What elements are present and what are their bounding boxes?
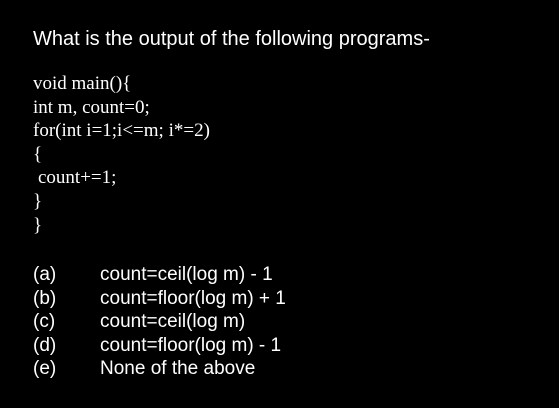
option-text: count=floor(log m) - 1: [100, 334, 282, 356]
option-letter: (a): [33, 264, 57, 285]
option-text: count=ceil(log m) - 1: [100, 264, 273, 285]
option-letter: (b): [33, 287, 57, 309]
option-letter: (d): [33, 334, 57, 356]
option-e: (e) None of the above: [33, 357, 286, 381]
code-line: }: [33, 190, 43, 212]
code-block: void main(){ int m, count=0; for(int i=1…: [33, 72, 210, 237]
option-letter: (e): [33, 358, 57, 379]
code-line: void main(){: [33, 73, 132, 94]
option-text: count=ceil(log m): [100, 311, 246, 332]
option-c: (c) count=ceil(log m): [33, 310, 286, 334]
code-line: int m, count=0;: [33, 96, 150, 118]
code-line: count+=1;: [38, 167, 117, 189]
code-line: {: [33, 143, 43, 165]
option-letter: (c): [33, 311, 56, 332]
option-a: (a) count=ceil(log m) - 1: [33, 263, 286, 287]
question-text: What is the output of the following prog…: [33, 28, 430, 50]
option-text: count=floor(log m) + 1: [100, 287, 286, 309]
options-list: (a) count=ceil(log m) - 1 (b) count=floo…: [33, 263, 286, 381]
code-line: for(int i=1;i<=m; i*=2): [33, 120, 210, 142]
code-line: }: [33, 214, 43, 236]
option-text: None of the above: [100, 358, 256, 379]
option-d: (d) count=floor(log m) - 1: [33, 334, 286, 358]
option-b: (b) count=floor(log m) + 1: [33, 287, 286, 311]
